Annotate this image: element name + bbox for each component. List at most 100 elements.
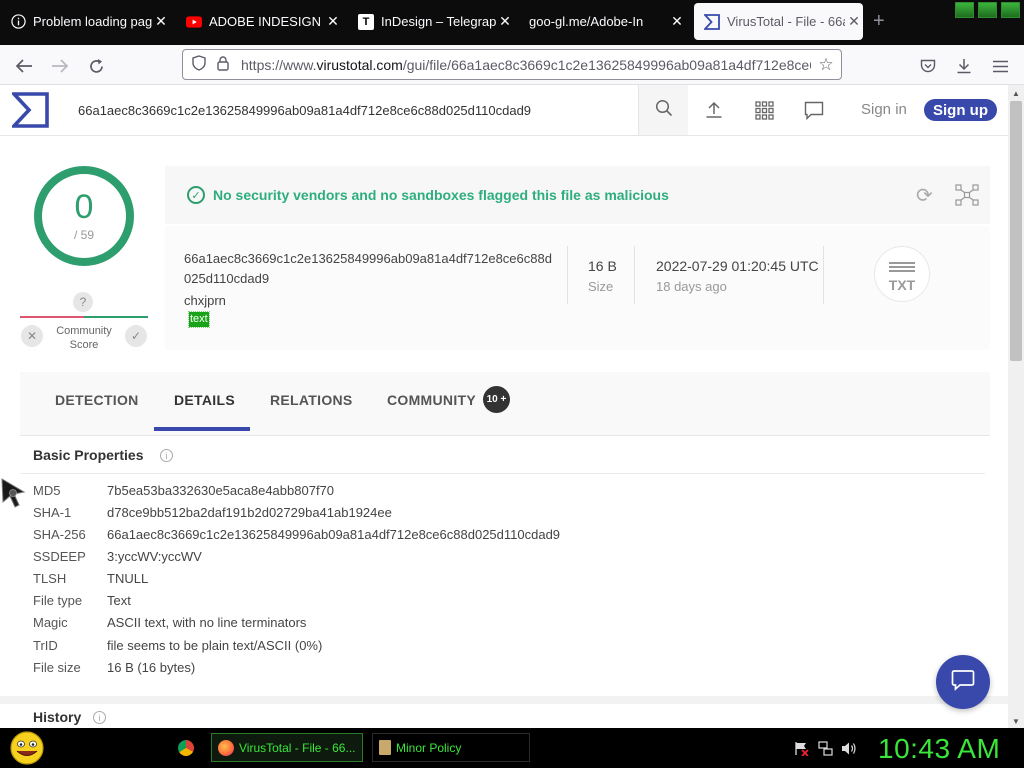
url-bar[interactable]: https://www.virustotal.com/gui/file/66a1… — [182, 49, 842, 80]
property-key-sha1: SHA-1 — [33, 505, 72, 520]
download-icon[interactable] — [952, 54, 976, 78]
tab-title: InDesign – Telegraph — [381, 14, 496, 29]
browser-tab-problem-loading[interactable]: Problem loading page ✕ — [0, 3, 170, 40]
document-icon — [379, 740, 391, 755]
apps-grid-icon[interactable] — [752, 98, 776, 122]
detection-total: / 59 — [73, 228, 94, 242]
file-tag[interactable]: text — [188, 311, 210, 328]
check-circle-icon: ✓ — [187, 186, 205, 204]
tab-relations[interactable]: RELATIONS — [270, 392, 353, 408]
community-count-badge: 10 + — [483, 386, 510, 413]
graph-view-icon[interactable] — [955, 184, 979, 206]
divider — [567, 246, 568, 304]
property-key-file-size: File size — [33, 660, 81, 675]
property-value-sha1: d78ce9bb512ba2daf191b2d02729ba41ab1924ee — [107, 505, 392, 520]
scroll-up-arrow-icon[interactable]: ▲ — [1008, 86, 1024, 100]
telegraph-icon: T — [358, 13, 374, 30]
community-bar-positive — [84, 316, 148, 318]
start-menu-smiley-icon[interactable] — [8, 730, 46, 766]
taskbar-item-chrome[interactable] — [172, 733, 202, 762]
verdict-text: No security vendors and no sandboxes fla… — [213, 187, 669, 203]
close-icon[interactable]: ✕ — [668, 13, 686, 30]
tab-community[interactable]: COMMUNITY — [387, 392, 476, 408]
hamburger-menu-icon[interactable] — [988, 54, 1012, 78]
vote-harmless-check-icon[interactable]: ✓ — [125, 325, 147, 347]
close-icon[interactable]: ✕ — [496, 13, 514, 30]
file-size-label: Size — [588, 279, 614, 294]
close-icon[interactable]: ✕ — [152, 13, 170, 30]
basic-properties-title: Basic Properties — [33, 447, 144, 463]
community-bar-negative — [20, 316, 84, 318]
community-score-value: ? — [73, 292, 93, 312]
history-title: History — [33, 709, 82, 725]
chat-bubble-icon[interactable] — [802, 98, 826, 122]
bookmark-star-icon[interactable]: ☆ — [811, 55, 841, 75]
info-icon — [10, 14, 26, 30]
taskbar-clock: 10:43 AM — [878, 733, 1001, 764]
virustotal-logo-icon[interactable] — [9, 91, 50, 129]
property-value-tlsh: TNULL — [107, 571, 149, 586]
close-icon[interactable]: ✕ — [845, 13, 863, 30]
virustotal-icon — [704, 13, 720, 30]
tab-details[interactable]: DETAILS — [174, 392, 235, 408]
file-hash-line1: 66a1aec8c3669c1c2e13625849996ab09a81a4df… — [184, 251, 552, 266]
file-size-value: 16 B — [588, 258, 617, 274]
taskbar-item-document[interactable]: Minor Policy — [372, 733, 530, 762]
browser-tab-virustotal[interactable]: VirusTotal - File - 66a1ae ✕ — [694, 3, 863, 40]
taskbar-item-firefox[interactable]: VirusTotal - File - 66... — [211, 733, 363, 762]
tab-title: goo-gl.me/Adobe-In — [529, 14, 644, 29]
property-key-ssdeep: SSDEEP — [33, 549, 86, 564]
network-icon[interactable] — [817, 740, 833, 756]
browser-tab-adobe-indesign[interactable]: ADOBE INDESIGN CRACK ✕ — [176, 3, 342, 40]
chat-support-button[interactable] — [936, 655, 990, 709]
scrollbar-thumb[interactable] — [1010, 101, 1022, 361]
info-icon[interactable]: i — [160, 449, 173, 462]
divider — [823, 246, 824, 304]
taskbar-item-label: VirusTotal - File - 66... — [239, 740, 356, 755]
back-arrow-icon[interactable] — [12, 54, 36, 78]
close-icon[interactable]: ✕ — [324, 13, 342, 30]
chrome-icon — [178, 739, 194, 756]
divider — [634, 246, 635, 304]
upload-icon[interactable] — [702, 98, 726, 122]
reanalyze-icon[interactable]: ⟳ — [916, 183, 933, 208]
browser-tab-telegraph[interactable]: T InDesign – Telegraph ✕ — [348, 3, 514, 40]
property-value-md5: 7b5ea53ba332630e5aca8e4abb807f70 — [107, 483, 335, 498]
pocket-icon[interactable] — [916, 54, 940, 78]
community-score-label: Community Score — [56, 325, 112, 351]
file-type-badge — [874, 246, 930, 302]
reload-icon[interactable] — [84, 54, 108, 78]
vote-harmful-close-icon[interactable]: ✕ — [21, 325, 43, 347]
vt-header: 66a1aec8c3669c1c2e13625849996ab09a81a4df… — [0, 85, 1008, 136]
close-window-button[interactable] — [1001, 2, 1020, 18]
property-value-file-size: 16 B (16 bytes) — [107, 660, 196, 675]
detection-count: 0 — [74, 188, 94, 226]
maximize-button[interactable] — [978, 2, 997, 18]
sign-up-button[interactable]: Sign up — [924, 99, 997, 121]
lock-icon[interactable] — [211, 55, 235, 74]
flag-icon[interactable] — [793, 740, 809, 756]
tab-detection[interactable]: DETECTION — [55, 392, 139, 408]
mouse-pointer-icon — [0, 477, 28, 509]
youtube-icon — [186, 14, 202, 30]
property-key-sha256: SHA-256 — [33, 527, 86, 542]
search-button[interactable] — [638, 85, 688, 135]
search-input[interactable]: 66a1aec8c3669c1c2e13625849996ab09a81a4df… — [78, 103, 531, 118]
window-controls — [955, 2, 1020, 18]
new-tab-plus-icon[interactable]: + — [873, 10, 885, 33]
scroll-down-arrow-icon[interactable]: ▼ — [1008, 714, 1024, 728]
search-icon — [655, 99, 673, 122]
tab-title: Problem loading page — [33, 14, 152, 29]
sign-in-link[interactable]: Sign in — [861, 101, 907, 118]
volume-icon[interactable] — [841, 740, 857, 756]
shield-icon[interactable] — [187, 55, 211, 74]
firefox-icon — [218, 739, 234, 756]
browser-tab-goo-gl[interactable]: goo-gl.me/Adobe-In ✕ — [520, 3, 686, 40]
url-prefix: https://www. — [241, 56, 317, 73]
minimize-button[interactable] — [955, 2, 974, 18]
url-text: https://www.virustotal.com/gui/file/66a1… — [235, 57, 811, 73]
info-icon[interactable]: i — [93, 711, 106, 724]
active-tab-indicator — [154, 427, 250, 431]
chat-bubble-icon — [951, 669, 975, 696]
forward-arrow-icon[interactable] — [48, 54, 72, 78]
